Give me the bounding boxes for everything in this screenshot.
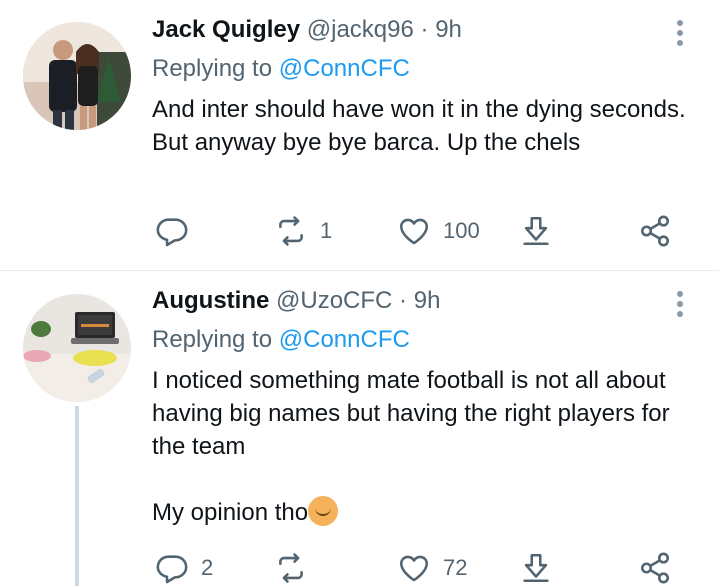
- heart-icon: [399, 218, 429, 245]
- download-icon: [523, 553, 549, 583]
- retweet-button[interactable]: 1: [274, 211, 332, 251]
- retweet-icon: [279, 553, 303, 583]
- reply-icon: [156, 218, 188, 247]
- avatar-photo: [23, 294, 131, 402]
- tweet-actions: 2 72: [0, 548, 719, 588]
- replying-to-label: Replying to: [152, 326, 273, 353]
- avatar[interactable]: [23, 294, 131, 402]
- timestamp[interactable]: 9h: [414, 287, 441, 314]
- retweet-icon: [279, 216, 303, 246]
- heart-icon: [399, 555, 429, 582]
- retweet-count: 1: [320, 218, 333, 243]
- like-button[interactable]: 100: [397, 211, 480, 251]
- tweet-text-line: And inter should have won it in the dyin…: [152, 96, 686, 156]
- separator-dot: ·: [399, 287, 408, 314]
- replying-to-label: Replying to: [152, 55, 273, 82]
- replying-to: Replying to @ConnCFC: [152, 324, 410, 356]
- separator-dot: ·: [420, 16, 429, 43]
- download-button[interactable]: [519, 211, 553, 251]
- user-handle[interactable]: @UzoCFC: [276, 287, 392, 314]
- mention-link[interactable]: @ConnCFC: [279, 55, 410, 82]
- more-icon[interactable]: [670, 289, 690, 319]
- tweet-actions: 1 100: [0, 211, 719, 251]
- avatar[interactable]: [23, 22, 131, 130]
- share-icon: [640, 552, 670, 584]
- avatar-photo: [23, 22, 131, 130]
- tweet[interactable]: Jack Quigley @jackq96 · 9h Replying to @…: [0, 0, 719, 270]
- timestamp[interactable]: 9h: [435, 16, 462, 43]
- share-button[interactable]: [638, 211, 672, 251]
- share-button[interactable]: [638, 548, 672, 588]
- user-handle[interactable]: @jackq96: [307, 16, 414, 43]
- tweet-header: Augustine @UzoCFC · 9h: [152, 285, 440, 317]
- reply-icon: [156, 555, 188, 584]
- more-icon[interactable]: [670, 18, 690, 48]
- like-count: 72: [443, 555, 468, 580]
- tweet-header: Jack Quigley @jackq96 · 9h: [152, 14, 462, 46]
- tweet[interactable]: Augustine @UzoCFC · 9h Replying to @Conn…: [0, 271, 719, 588]
- like-count: 100: [443, 218, 480, 243]
- tweet-text-line: My opinion tho: [152, 496, 707, 529]
- like-button[interactable]: 72: [397, 548, 467, 588]
- reply-button[interactable]: [155, 211, 201, 251]
- tweet-text-fragment: My opinion tho: [152, 499, 309, 526]
- tweet-text: I noticed something mate football is not…: [152, 364, 707, 529]
- tweet-text: And inter should have won it in the dyin…: [152, 93, 707, 159]
- mention-link[interactable]: @ConnCFC: [279, 326, 410, 353]
- tweet-text-line: I noticed something mate football is not…: [152, 367, 670, 460]
- replying-to: Replying to @ConnCFC: [152, 53, 410, 85]
- display-name[interactable]: Augustine: [152, 287, 269, 314]
- share-icon: [640, 215, 670, 247]
- retweet-button[interactable]: [274, 548, 320, 588]
- person-shrugging-emoji-icon: [308, 496, 339, 526]
- download-button[interactable]: [519, 548, 553, 588]
- display-name[interactable]: Jack Quigley: [152, 16, 300, 43]
- reply-button[interactable]: 2: [155, 548, 213, 588]
- reply-count: 2: [201, 555, 214, 580]
- download-icon: [523, 216, 549, 246]
